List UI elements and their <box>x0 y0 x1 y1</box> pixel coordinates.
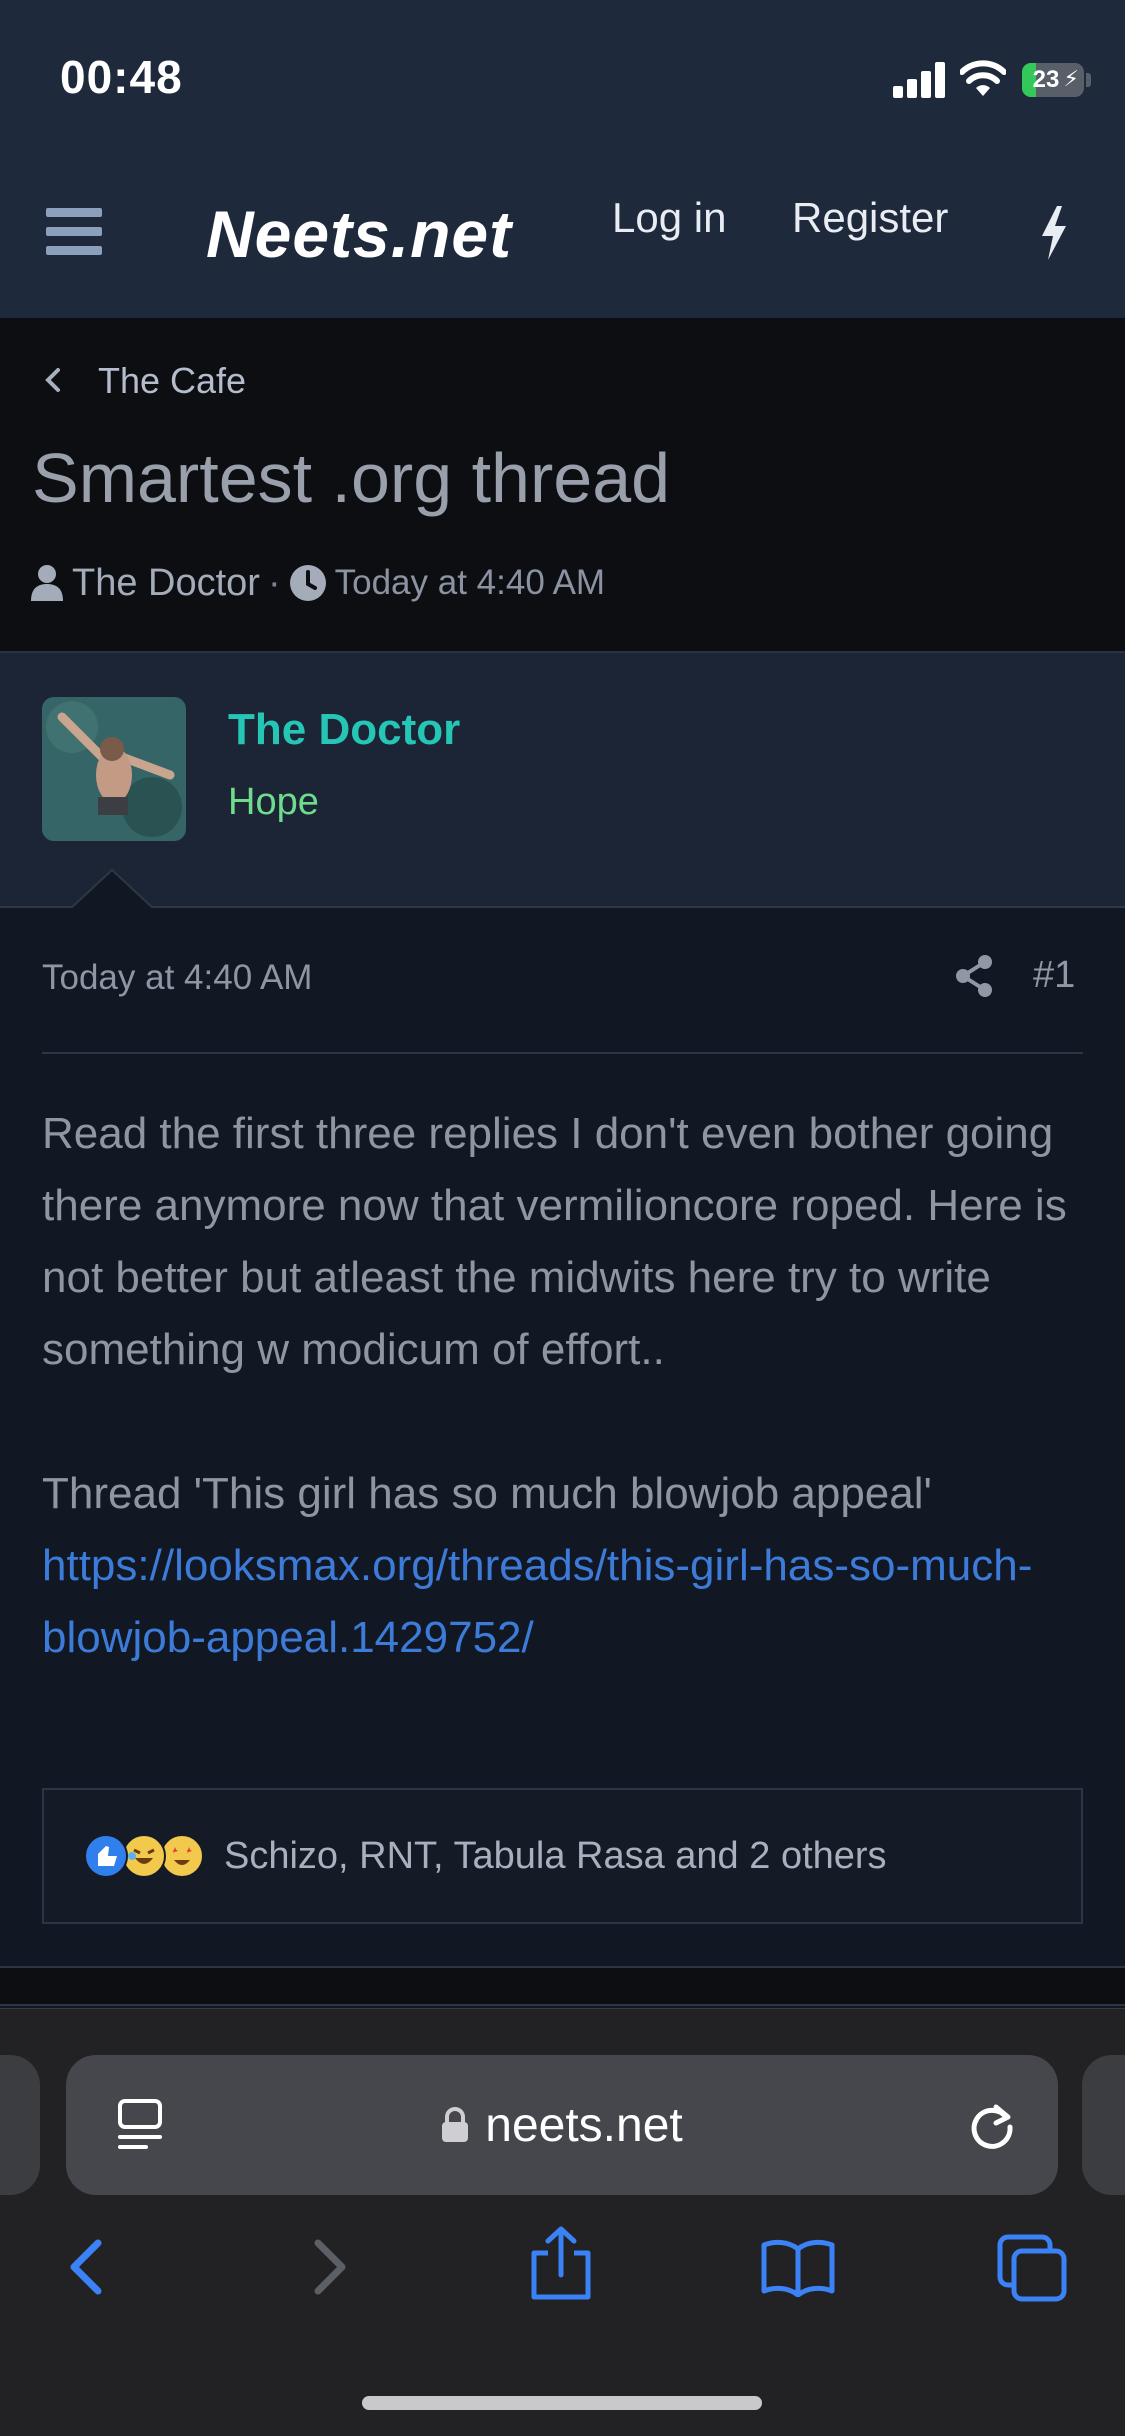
browser-toolbar: neets.net <box>0 2008 1125 2436</box>
post-date[interactable]: Today at 4:40 AM <box>42 958 312 998</box>
tabs-icon[interactable] <box>996 2233 1068 2303</box>
chevron-left-icon[interactable] <box>40 360 66 400</box>
post-paragraph: Thread 'This girl has so much blowjob ap… <box>42 1469 932 1518</box>
back-icon[interactable] <box>64 2235 108 2299</box>
battery-icon: 23 ⚡ <box>1022 63 1084 97</box>
star-eyes-emoji-icon <box>160 1834 204 1878</box>
post-paragraph: Read the first three replies I don't eve… <box>42 1109 1067 1374</box>
menu-icon[interactable] <box>46 208 102 256</box>
like-icon <box>84 1834 128 1878</box>
thread-footer-strip <box>0 1966 1125 2006</box>
site-header: Neets.net Log in Register <box>0 150 1125 318</box>
forward-icon[interactable] <box>308 2235 352 2299</box>
wifi-icon <box>960 60 1006 96</box>
thread-header: The Cafe Smartest .org thread The Doctor… <box>0 318 1125 653</box>
status-time: 00:48 <box>60 51 183 103</box>
meta-separator: · <box>267 561 281 604</box>
breadcrumb[interactable]: The Cafe <box>98 360 246 402</box>
clock-icon <box>289 565 326 601</box>
author-name[interactable]: The Doctor <box>228 705 460 755</box>
bookmarks-icon[interactable] <box>760 2237 836 2297</box>
url-text[interactable]: neets.net <box>485 2098 682 2153</box>
avatar[interactable] <box>42 697 186 841</box>
reaction-users: Schizo, RNT, Tabula Rasa and 2 others <box>224 1834 887 1877</box>
share-icon[interactable] <box>954 954 994 998</box>
reactions-bar[interactable]: Schizo, RNT, Tabula Rasa and 2 others <box>42 1788 1083 1924</box>
laugh-emoji-icon <box>122 1834 166 1878</box>
reload-icon[interactable] <box>966 2099 1018 2151</box>
thread-meta: The Doctor · Today at 4:40 AM <box>30 558 605 608</box>
lock-icon <box>442 2107 469 2142</box>
divider <box>42 1052 1083 1054</box>
post-number[interactable]: #1 <box>1033 954 1075 997</box>
whats-new-bolt-icon[interactable] <box>1040 206 1068 260</box>
author-user-title: Hope <box>228 781 319 823</box>
user-icon <box>31 565 63 601</box>
post-author-block: The Doctor Hope <box>0 653 1125 908</box>
register-link[interactable]: Register <box>792 194 948 242</box>
login-link[interactable]: Log in <box>612 194 726 242</box>
home-indicator <box>362 2396 762 2410</box>
signal-icon <box>893 60 945 98</box>
thread-date[interactable]: Today at 4:40 AM <box>335 563 605 603</box>
next-tab-pill[interactable] <box>1082 2055 1125 2195</box>
share-sheet-icon[interactable] <box>528 2225 594 2301</box>
page-title: Smartest .org thread <box>32 439 671 517</box>
status-bar: 00:48 23 ⚡ <box>0 0 1125 150</box>
thread-author[interactable]: The Doctor <box>72 562 260 605</box>
address-bar[interactable]: neets.net <box>66 2055 1058 2195</box>
post-link[interactable]: https://looksmax.org/threads/this-girl-h… <box>42 1530 1092 1674</box>
author-pointer-arrow <box>70 868 154 910</box>
previous-tab-pill[interactable] <box>0 2055 40 2195</box>
post-body: Read the first three replies I don't eve… <box>42 1098 1092 1674</box>
site-logo[interactable]: Neets.net <box>206 196 512 272</box>
